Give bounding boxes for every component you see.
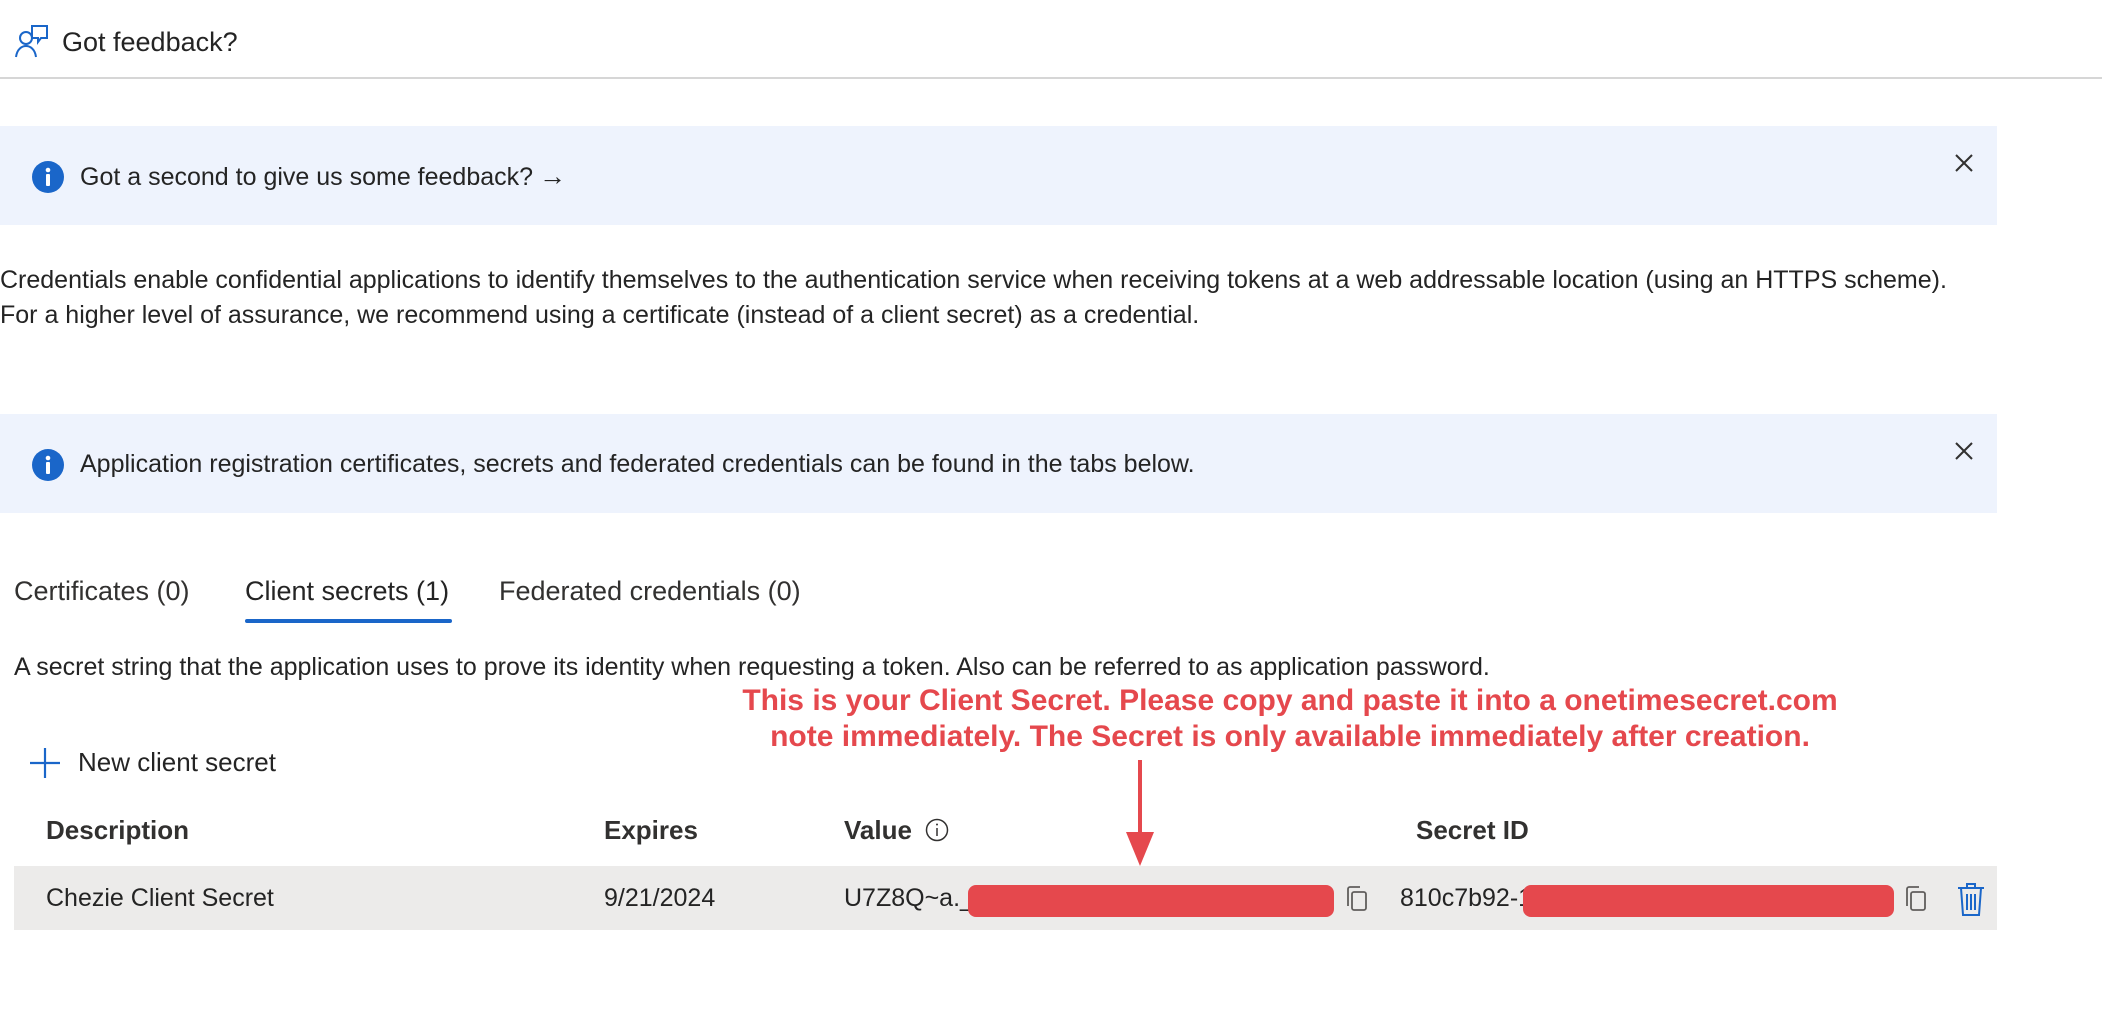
secret-id-redaction <box>1523 885 1894 917</box>
info-banner: Application registration certificates, s… <box>0 414 1997 513</box>
info-icon <box>32 449 64 481</box>
column-header-expires: Expires <box>604 815 698 845</box>
active-tab-indicator <box>245 619 452 623</box>
column-header-description: Description <box>46 815 190 845</box>
annotation-arrow <box>1126 760 1154 866</box>
secret-description: Chezie Client Secret <box>46 884 274 912</box>
close-icon[interactable] <box>1951 150 1977 176</box>
info-outline-icon[interactable] <box>925 818 949 842</box>
column-header-secret-id: Secret ID <box>1416 815 1529 845</box>
feedback-person-icon[interactable] <box>14 24 48 58</box>
secret-value-redaction <box>968 885 1334 917</box>
secret-value: U7Z8Q~a._ <box>844 884 974 912</box>
annotation-callout: This is your Client Secret. Please copy … <box>650 683 1930 755</box>
plus-icon <box>30 748 60 778</box>
info-banner-text: Application registration certificates, s… <box>80 450 1195 478</box>
feedback-banner-link[interactable]: Got a second to give us some feedback? → <box>80 159 566 194</box>
feedback-banner: Got a second to give us some feedback? → <box>0 126 1997 225</box>
tab-description: A secret string that the application use… <box>14 653 1490 681</box>
arrow-right-icon: → <box>539 161 567 191</box>
secret-id: 810c7b92-1 <box>1400 884 1533 912</box>
copy-icon[interactable] <box>1902 884 1930 914</box>
info-icon <box>32 161 64 193</box>
tab-client-secrets[interactable]: Client secrets (1) <box>245 571 449 611</box>
column-header-value-label: Value <box>844 815 912 845</box>
new-client-secret-label: New client secret <box>78 747 276 777</box>
secret-expires: 9/21/2024 <box>604 884 716 912</box>
credentials-description: Credentials enable confidential applicat… <box>0 266 1947 329</box>
column-header-value: Value <box>844 813 949 847</box>
trash-icon[interactable] <box>1956 881 1986 917</box>
top-bar <box>0 0 2102 79</box>
copy-icon[interactable] <box>1343 884 1371 914</box>
annotation-line-1: This is your Client Secret. Please copy … <box>736 684 1844 717</box>
close-icon[interactable] <box>1951 438 1977 464</box>
feedback-link[interactable]: Got feedback? <box>62 25 238 59</box>
tab-certificates[interactable]: Certificates (0) <box>14 571 190 611</box>
annotation-line-2: note immediately. The Secret is only ava… <box>764 720 1816 753</box>
feedback-banner-text: Got a second to give us some feedback? <box>80 163 534 191</box>
tab-federated-credentials[interactable]: Federated credentials (0) <box>499 571 801 611</box>
